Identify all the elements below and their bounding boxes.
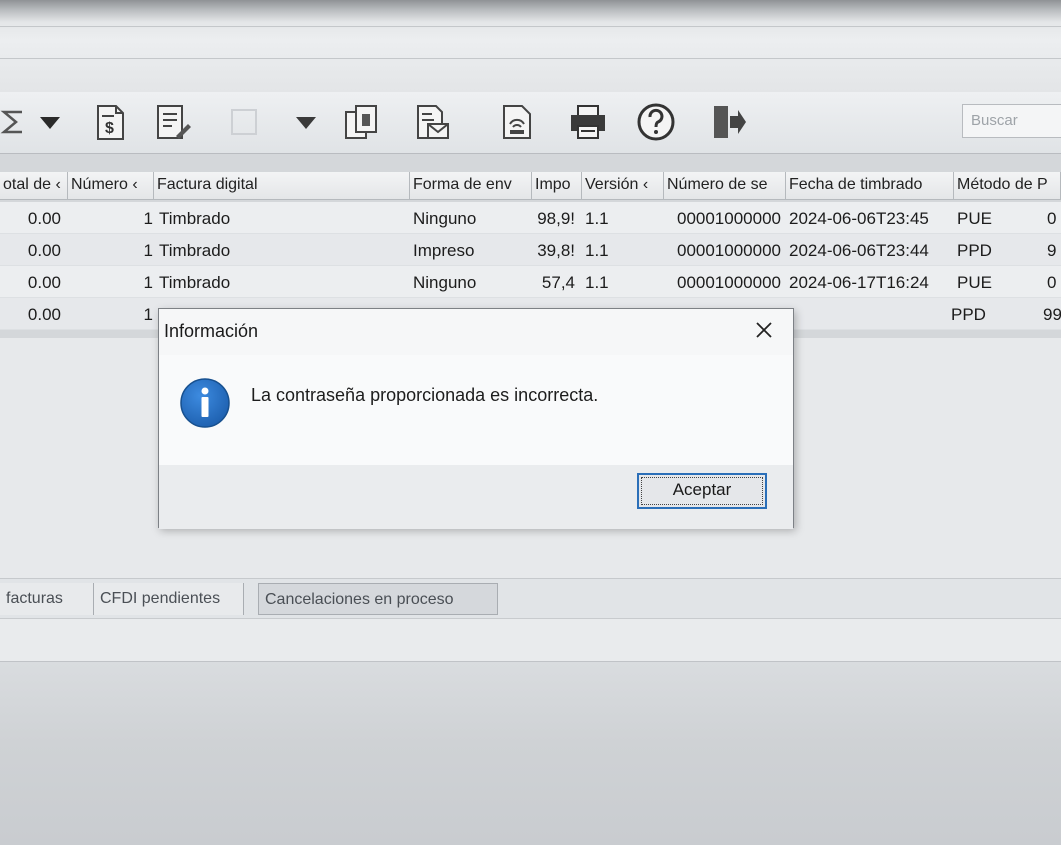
cell-forma: Impreso xyxy=(413,241,475,260)
divider xyxy=(0,26,1061,27)
column-header[interactable]: Impo xyxy=(532,172,582,200)
column-header[interactable]: Número ‹ xyxy=(68,172,154,200)
disabled-icon xyxy=(222,100,266,144)
cell-fecha xyxy=(786,298,952,330)
column-header[interactable]: otal de ‹ xyxy=(0,172,68,200)
cell-numero: 1 xyxy=(143,305,153,324)
cell-numero: 1 xyxy=(143,273,153,292)
divider xyxy=(0,58,1061,59)
column-header[interactable]: Fecha de timbrado xyxy=(786,172,954,200)
cell-importe: 39,8! xyxy=(537,241,575,260)
cell-metodo: PPD xyxy=(951,305,986,324)
table-row[interactable]: 0.00 1 Timbrado Impreso 39,8! 1.1 000010… xyxy=(0,234,1061,266)
help-icon[interactable] xyxy=(634,100,678,144)
copy-document-icon[interactable] xyxy=(340,100,384,144)
print-icon[interactable] xyxy=(566,100,610,144)
cell-num-serie: 00001000000 xyxy=(676,273,781,292)
cell-metodo: PUE xyxy=(957,209,992,228)
cell-total: 0.00 xyxy=(27,273,61,292)
cell-forma: Ninguno xyxy=(413,209,477,228)
window-top-area xyxy=(0,0,1061,92)
lower-area xyxy=(0,662,1061,845)
email-document-icon[interactable] xyxy=(410,100,454,144)
cell-num-serie: 00001000000 xyxy=(676,209,781,228)
table-row[interactable]: 0.00 1 Timbrado Ninguno 57,4 1.1 0000100… xyxy=(0,266,1061,298)
tab-cancelaciones[interactable]: Cancelaciones en proceso xyxy=(258,583,498,615)
cell-extra: 9 xyxy=(1047,241,1057,260)
info-dialog: Información La contraseña proporcionada … xyxy=(158,308,794,529)
column-header[interactable]: Número de se xyxy=(664,172,786,200)
dropdown-arrow-icon[interactable] xyxy=(284,100,328,144)
column-header[interactable]: Método de P xyxy=(954,172,1061,200)
tab-cfdi-pendientes[interactable]: CFDI pendientes xyxy=(94,583,244,615)
close-icon[interactable] xyxy=(749,315,779,345)
dialog-footer: Aceptar xyxy=(159,465,793,529)
cell-importe: 98,9! xyxy=(537,209,575,228)
column-header[interactable]: Factura digital xyxy=(154,172,410,200)
tab-facturas[interactable]: facturas xyxy=(0,583,94,615)
table-row[interactable]: 0.00 1 Timbrado Ninguno 98,9! 1.1 000010… xyxy=(0,202,1061,234)
column-header[interactable]: Forma de env xyxy=(410,172,532,200)
cell-numero: 1 xyxy=(143,209,153,228)
cell-extra: 0 xyxy=(1047,273,1057,292)
column-header[interactable]: Versión ‹ xyxy=(582,172,664,200)
edit-document-icon[interactable] xyxy=(150,100,194,144)
cell-extra: 99 xyxy=(1043,305,1061,324)
cell-numero: 1 xyxy=(143,241,153,260)
cell-fecha: 2024-06-06T23:44 xyxy=(789,241,929,260)
cell-fecha: 2024-06-17T16:24 xyxy=(789,273,929,292)
cell-total: 0.00 xyxy=(27,241,61,260)
cell-forma: Ninguno xyxy=(413,273,477,292)
tabs-bar: facturas CFDI pendientes Cancelaciones e… xyxy=(0,578,1061,618)
dropdown-arrow-icon[interactable] xyxy=(28,100,72,144)
cell-version: 1.1 xyxy=(585,209,609,228)
cell-total: 0.00 xyxy=(27,209,61,228)
cell-num-serie: 00001000000 xyxy=(676,241,781,260)
cell-version: 1.1 xyxy=(585,241,609,260)
cell-metodo: PPD xyxy=(957,241,992,260)
info-icon xyxy=(179,377,231,429)
ok-button[interactable]: Aceptar xyxy=(637,473,767,509)
cell-metodo: PUE xyxy=(957,273,992,292)
svg-text:$: $ xyxy=(105,120,114,137)
cell-total: 0.00 xyxy=(27,305,61,324)
scan-document-icon[interactable] xyxy=(496,100,540,144)
dialog-body: La contraseña proporcionada es incorrect… xyxy=(159,355,793,465)
search-input[interactable]: Buscar xyxy=(962,104,1061,138)
exit-icon[interactable] xyxy=(706,100,750,144)
cell-version: 1.1 xyxy=(585,273,609,292)
cell-fecha: 2024-06-06T23:45 xyxy=(789,209,929,228)
grid-header: otal de ‹ Número ‹ Factura digital Forma… xyxy=(0,172,1061,200)
cell-extra: 0 xyxy=(1047,209,1057,228)
dialog-title: Información xyxy=(164,321,259,341)
dialog-title-bar: Información xyxy=(159,309,793,355)
cell-importe: 57,4 xyxy=(541,273,575,292)
cell-factura: Timbrado xyxy=(159,241,231,260)
status-bar xyxy=(0,618,1061,662)
dialog-message: La contraseña proporcionada es incorrect… xyxy=(251,385,599,405)
invoice-dollar-icon[interactable]: $ xyxy=(88,100,132,144)
toolbar: $ Buscar xyxy=(0,92,1061,154)
cell-factura: Timbrado xyxy=(159,273,231,292)
cell-factura: Timbrado xyxy=(159,209,231,228)
